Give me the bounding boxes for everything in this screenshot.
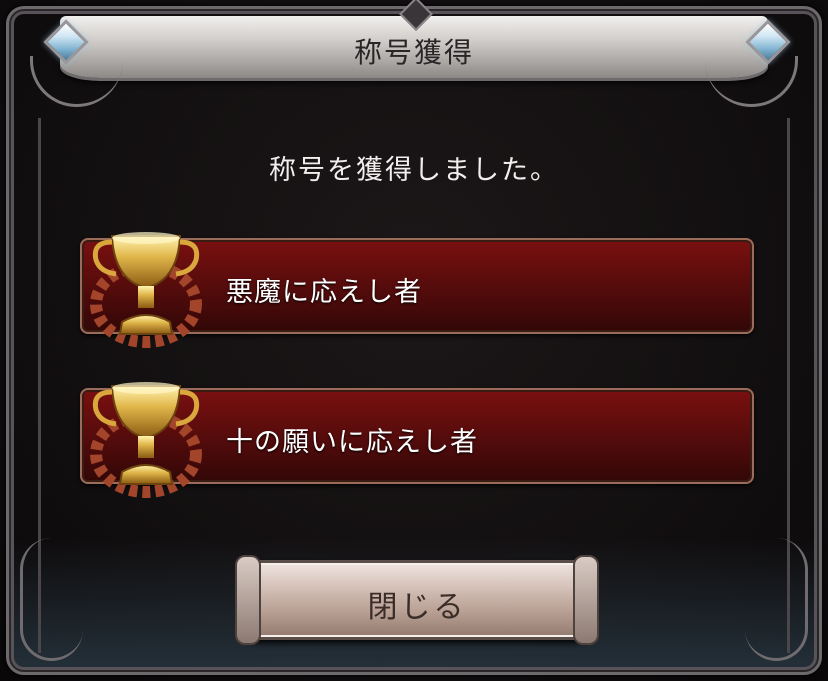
corner-ornament-right [745, 538, 808, 661]
trophy-icon [90, 232, 202, 348]
title-row: 十の願いに応えし者 [80, 382, 754, 498]
corner-ornament-left [20, 538, 83, 661]
title-acquired-dialog: 称号獲得 称号を獲得しました。 悪魔に応えし者 十の願いに応えし者 閉じる [0, 0, 828, 681]
close-button-label: 閉じる [367, 590, 467, 625]
close-button[interactable]: 閉じる [235, 555, 599, 645]
acquired-message: 称号を獲得しました。 [269, 155, 559, 186]
title-label: 十の願いに応えし者 [226, 427, 478, 458]
title-row: 悪魔に応えし者 [80, 232, 754, 348]
trophy-icon [90, 382, 202, 498]
dialog-title: 称号獲得 [353, 36, 474, 69]
title-label: 悪魔に応えし者 [226, 277, 422, 308]
